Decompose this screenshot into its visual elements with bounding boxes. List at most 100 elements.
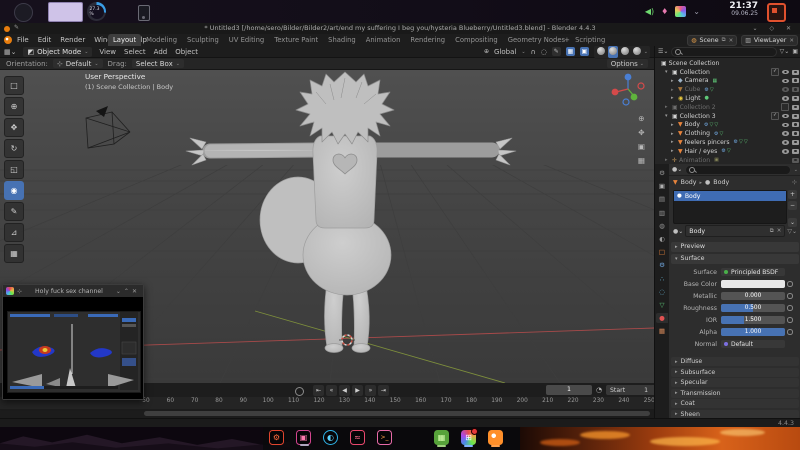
tray-app-icon[interactable]: [675, 6, 686, 17]
disable-render-icon[interactable]: [792, 122, 799, 127]
pin-icon[interactable]: ⊹: [17, 288, 22, 295]
outliner-row-camera[interactable]: ▸◆ Camera ▦: [655, 77, 800, 86]
video-window[interactable]: ⊹ Holy fuck sex channel ⌄⌃✕: [2, 284, 144, 400]
panel-header-collapsed[interactable]: ▸Subsurface: [671, 368, 799, 377]
camera-view-icon[interactable]: ▣: [638, 142, 645, 151]
shading-material-icon[interactable]: [620, 46, 630, 58]
add-workspace-button[interactable]: +: [560, 34, 574, 46]
hide-eye-icon[interactable]: [782, 87, 789, 92]
outliner-row-clothing[interactable]: ▸▼ Clothing ⚙▽: [655, 129, 800, 138]
battery-gauge[interactable]: 27.3 %: [87, 2, 106, 21]
disable-render-icon[interactable]: [792, 96, 799, 101]
shading-solid-icon[interactable]: [608, 46, 618, 58]
disable-render-icon[interactable]: [792, 70, 799, 75]
panel-corner-app-icon[interactable]: [767, 3, 786, 22]
overlays-toggle-icon[interactable]: ▦: [566, 47, 575, 56]
auto-keying-icon[interactable]: [295, 387, 304, 396]
breadcrumb-material[interactable]: Body: [713, 179, 729, 186]
rotate-tool[interactable]: ↻: [4, 139, 24, 158]
playback-button[interactable]: ▶: [352, 385, 363, 396]
outliner-row-collection-3[interactable]: ▾▣ Collection 3 ✓: [655, 112, 800, 121]
pan-hand-icon[interactable]: ✥: [638, 128, 645, 137]
exclude-checkbox[interactable]: ✓: [771, 68, 779, 76]
playback-button[interactable]: »: [365, 385, 376, 396]
panel-header-collapsed[interactable]: ▸Specular: [671, 378, 799, 387]
preview-panel-header[interactable]: ▸Preview: [671, 242, 799, 252]
viewport-menu-item[interactable]: Add: [154, 48, 168, 56]
viewlayer-unlink-icon[interactable]: ✕: [789, 38, 794, 44]
tab-object-data-icon[interactable]: ▽: [656, 300, 668, 310]
tablet-device-icon[interactable]: [138, 5, 150, 21]
hide-eye-icon[interactable]: [782, 123, 789, 128]
drag-dropdown[interactable]: Select Box ⌄: [132, 59, 184, 68]
shading-wireframe-icon[interactable]: [596, 46, 606, 58]
gizmos-toggle-icon[interactable]: ✎: [552, 47, 561, 56]
shader-dropdown[interactable]: Principled BSDF: [721, 268, 785, 276]
app-grid-icon[interactable]: ⊞: [461, 430, 476, 445]
use-preview-range-icon[interactable]: ◔: [596, 386, 602, 394]
blender-logo-icon[interactable]: [4, 36, 12, 44]
animate-dot-icon[interactable]: [787, 329, 793, 335]
workspace-tab[interactable]: Rendering: [405, 34, 450, 46]
clock-widget[interactable]: 21:37 09.06.25: [729, 1, 758, 18]
material-name-field[interactable]: Body ⧉ ✕: [685, 225, 785, 237]
tray-expand-chevron-icon[interactable]: ⌄: [693, 7, 700, 16]
launcher-icon[interactable]: [14, 3, 33, 22]
animate-dot-icon[interactable]: [787, 281, 793, 287]
tab-modifiers-icon[interactable]: ⚙: [656, 260, 668, 270]
tab-scene-icon[interactable]: ◍: [656, 221, 668, 231]
pin-icon[interactable]: ⊹: [792, 179, 797, 186]
outliner-row-body[interactable]: ▸▼ Body ⚙▽▽: [655, 121, 800, 130]
unlink-material-icon[interactable]: ✕: [777, 228, 782, 234]
video-content[interactable]: [3, 297, 143, 399]
outliner-row-collection[interactable]: ▾▣ Collection ✓: [655, 68, 800, 77]
volume-icon[interactable]: ◀): [645, 7, 654, 16]
panel-header-collapsed[interactable]: ▸Transmission: [671, 389, 799, 398]
tab-physics-icon[interactable]: ◌: [656, 287, 668, 297]
annotate-tool[interactable]: ✎: [4, 202, 24, 221]
panel-header-collapsed[interactable]: ▸Diffuse: [671, 357, 799, 366]
activity-monitor-icon[interactable]: ≈: [350, 430, 365, 445]
workspace-tab[interactable]: Shading: [323, 34, 361, 46]
playback-button[interactable]: ◀: [339, 385, 350, 396]
hide-eye-icon[interactable]: [782, 114, 789, 119]
character-model[interactable]: [186, 72, 516, 353]
outliner-row-cube[interactable]: ▸▼ Cube ⚙▽: [655, 85, 800, 94]
metallic-slider[interactable]: 0.000: [721, 292, 785, 300]
add-slot-button[interactable]: +: [788, 190, 797, 199]
tab-texture-icon[interactable]: ▦: [656, 326, 668, 336]
transform-tool[interactable]: ◉: [4, 181, 24, 200]
move-tool[interactable]: ✥: [4, 118, 24, 137]
menu-item[interactable]: Edit: [38, 36, 52, 44]
roughness-slider[interactable]: 0.500: [721, 304, 785, 312]
window-preview-thumbnail[interactable]: [48, 2, 83, 22]
blender-dock-icon[interactable]: [488, 430, 503, 445]
frame-start-field[interactable]: Start 1: [606, 385, 652, 395]
terminal-icon[interactable]: >_: [377, 430, 392, 445]
proportional-editing-icon[interactable]: ◌: [541, 48, 547, 56]
video-window-controls[interactable]: ⌄⌃✕: [116, 288, 140, 295]
select-box-tool[interactable]: □: [4, 76, 24, 95]
breadcrumb-object[interactable]: Body: [681, 179, 697, 186]
current-frame-field[interactable]: 1: [546, 385, 592, 395]
tab-material-icon[interactable]: ●: [656, 313, 668, 323]
scene-selector[interactable]: ◍ Scene ⧉ ✕: [687, 35, 737, 46]
viewport-menu-item[interactable]: View: [99, 48, 116, 56]
playback-button[interactable]: ⇤: [313, 385, 324, 396]
workspace-tab[interactable]: Sculpting: [182, 34, 224, 46]
mic-icon[interactable]: ♦: [661, 7, 668, 16]
add-primitive-tool[interactable]: ▦: [4, 244, 24, 263]
navigation-gizmo[interactable]: [610, 72, 646, 108]
tab-tool-icon[interactable]: ⚙: [656, 168, 668, 178]
xray-toggle-icon[interactable]: ▣: [580, 47, 589, 56]
hide-eye-icon[interactable]: [782, 96, 789, 101]
camera-object[interactable]: [86, 106, 130, 148]
package-icon[interactable]: ▦: [434, 430, 449, 445]
surface-panel-header[interactable]: ▾Surface: [671, 254, 799, 264]
tab-object-icon[interactable]: □: [656, 247, 668, 257]
measure-tool[interactable]: ⊿: [4, 223, 24, 242]
workspace-tab[interactable]: Compositing: [450, 34, 503, 46]
disable-render-icon[interactable]: [792, 158, 799, 163]
material-filter-icon[interactable]: ▽⌄: [787, 228, 797, 235]
hide-eye-icon[interactable]: [782, 140, 789, 145]
